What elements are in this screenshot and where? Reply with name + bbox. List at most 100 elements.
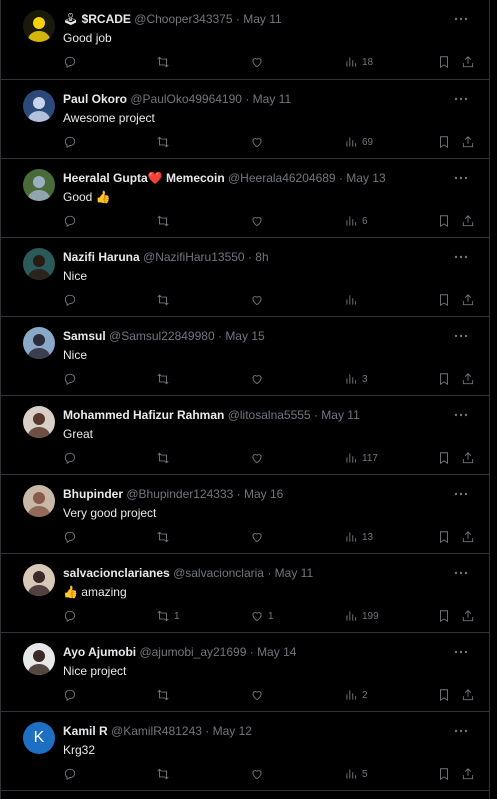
views-button[interactable]: 6 — [344, 213, 368, 229]
timestamp[interactable]: May 11 — [243, 12, 281, 26]
views-button[interactable]: 69 — [344, 134, 373, 150]
display-name[interactable]: Mohammed Hafizur Rahman — [63, 408, 224, 422]
bookmark-button[interactable] — [437, 529, 451, 545]
more-icon[interactable] — [453, 92, 469, 104]
tweet[interactable]: K Kamil R @KamilR481243 · May 12 Krg32 5 — [1, 712, 489, 791]
tweet[interactable]: Nazifi Haruna @NazifiHaru13550 · 8h Nice — [1, 238, 489, 317]
reply-button[interactable] — [63, 54, 81, 70]
retweet-button[interactable] — [156, 766, 174, 782]
views-button[interactable]: 5 — [344, 766, 368, 782]
user-handle[interactable]: @Bhupinder124333 — [126, 487, 233, 501]
bookmark-button[interactable] — [437, 213, 451, 229]
like-button[interactable] — [250, 450, 268, 466]
like-button[interactable] — [250, 213, 268, 229]
timestamp[interactable]: May 13 — [346, 171, 385, 185]
like-button[interactable] — [250, 371, 268, 387]
user-handle[interactable]: @litosalna5555 — [228, 408, 311, 422]
user-handle[interactable]: @salvacionclaria — [173, 566, 264, 580]
like-button[interactable] — [250, 687, 268, 703]
timestamp[interactable]: May 11 — [275, 566, 313, 580]
share-button[interactable] — [461, 134, 475, 150]
like-button[interactable] — [250, 54, 268, 70]
views-button[interactable] — [344, 292, 362, 308]
timestamp[interactable]: May 12 — [213, 724, 252, 738]
bookmark-button[interactable] — [437, 687, 451, 703]
share-button[interactable] — [461, 54, 475, 70]
avatar[interactable] — [23, 406, 55, 438]
share-button[interactable] — [461, 687, 475, 703]
more-icon[interactable] — [453, 171, 469, 183]
user-handle[interactable]: @KamilR481243 — [111, 724, 202, 738]
display-name[interactable]: Nazifi Haruna — [63, 250, 140, 264]
tweet[interactable]: salvacionclarianes @salvacionclaria · Ma… — [1, 554, 489, 633]
retweet-button[interactable] — [156, 450, 174, 466]
views-button[interactable]: 2 — [344, 687, 368, 703]
tweet[interactable]: Paul Okoro @PaulOko49964190 · May 11 Awe… — [1, 80, 489, 159]
reply-button[interactable] — [63, 529, 81, 545]
display-name[interactable]: salvacionclarianes — [63, 566, 170, 580]
more-icon[interactable] — [453, 12, 469, 24]
display-name[interactable]: Heeralal Gupta❤️ Memecoin — [63, 171, 225, 185]
more-icon[interactable] — [453, 724, 469, 736]
retweet-button[interactable] — [156, 54, 174, 70]
share-button[interactable] — [461, 213, 475, 229]
views-button[interactable]: 3 — [344, 371, 368, 387]
reply-button[interactable] — [63, 292, 81, 308]
like-button[interactable] — [250, 292, 268, 308]
tweet[interactable]: Samsul @Samsul22849980 · May 15 Nice 3 — [1, 317, 489, 396]
retweet-button[interactable] — [156, 371, 174, 387]
share-button[interactable] — [461, 292, 475, 308]
timestamp[interactable]: May 14 — [257, 645, 296, 659]
tweet[interactable]: Bhupinder @Bhupinder124333 · May 16 Very… — [1, 475, 489, 554]
bookmark-button[interactable] — [437, 54, 451, 70]
user-handle[interactable]: @Heerala46204689 — [228, 171, 336, 185]
user-handle[interactable]: @ajumobi_ay21699 — [139, 645, 246, 659]
more-icon[interactable] — [453, 329, 469, 341]
user-handle[interactable]: @Chooper343375 — [134, 12, 232, 26]
display-name[interactable]: Paul Okoro — [63, 92, 127, 106]
avatar[interactable] — [23, 10, 55, 42]
display-name[interactable]: Kamil R — [63, 724, 108, 738]
display-name[interactable]: Ayo Ajumobi — [63, 645, 136, 659]
display-name[interactable]: $RCADE — [82, 12, 131, 26]
more-icon[interactable] — [453, 487, 469, 499]
bookmark-button[interactable] — [437, 766, 451, 782]
like-button[interactable] — [250, 134, 268, 150]
bookmark-button[interactable] — [437, 608, 451, 624]
timestamp[interactable]: May 15 — [225, 329, 264, 343]
views-button[interactable]: 18 — [344, 54, 373, 70]
share-button[interactable] — [461, 371, 475, 387]
like-button[interactable] — [250, 529, 268, 545]
timestamp[interactable]: May 16 — [244, 487, 283, 501]
more-icon[interactable] — [453, 250, 469, 262]
tweet[interactable]: Mohammed Hafizur Rahman @litosalna5555 ·… — [1, 396, 489, 475]
share-button[interactable] — [461, 608, 475, 624]
timestamp[interactable]: May 11 — [321, 408, 359, 422]
display-name[interactable]: Bhupinder — [63, 487, 123, 501]
bookmark-button[interactable] — [437, 450, 451, 466]
like-button[interactable] — [250, 766, 268, 782]
retweet-button[interactable]: 1 — [156, 608, 180, 624]
retweet-button[interactable] — [156, 687, 174, 703]
views-button[interactable]: 199 — [344, 608, 379, 624]
bookmark-button[interactable] — [437, 134, 451, 150]
bookmark-button[interactable] — [437, 371, 451, 387]
share-button[interactable] — [461, 766, 475, 782]
retweet-button[interactable] — [156, 134, 174, 150]
avatar[interactable] — [23, 485, 55, 517]
views-button[interactable]: 117 — [344, 450, 378, 466]
user-handle[interactable]: @PaulOko49964190 — [130, 92, 242, 106]
user-handle[interactable]: @Samsul22849980 — [109, 329, 215, 343]
avatar[interactable] — [23, 564, 55, 596]
retweet-button[interactable] — [156, 529, 174, 545]
reply-button[interactable] — [63, 608, 81, 624]
timestamp[interactable]: 8h — [255, 250, 268, 264]
avatar[interactable] — [23, 643, 55, 675]
bookmark-button[interactable] — [437, 292, 451, 308]
reply-button[interactable] — [63, 450, 81, 466]
retweet-button[interactable] — [156, 292, 174, 308]
more-icon[interactable] — [453, 408, 469, 420]
share-button[interactable] — [461, 450, 475, 466]
user-handle[interactable]: @NazifiHaru13550 — [143, 250, 245, 264]
more-icon[interactable] — [453, 566, 469, 578]
